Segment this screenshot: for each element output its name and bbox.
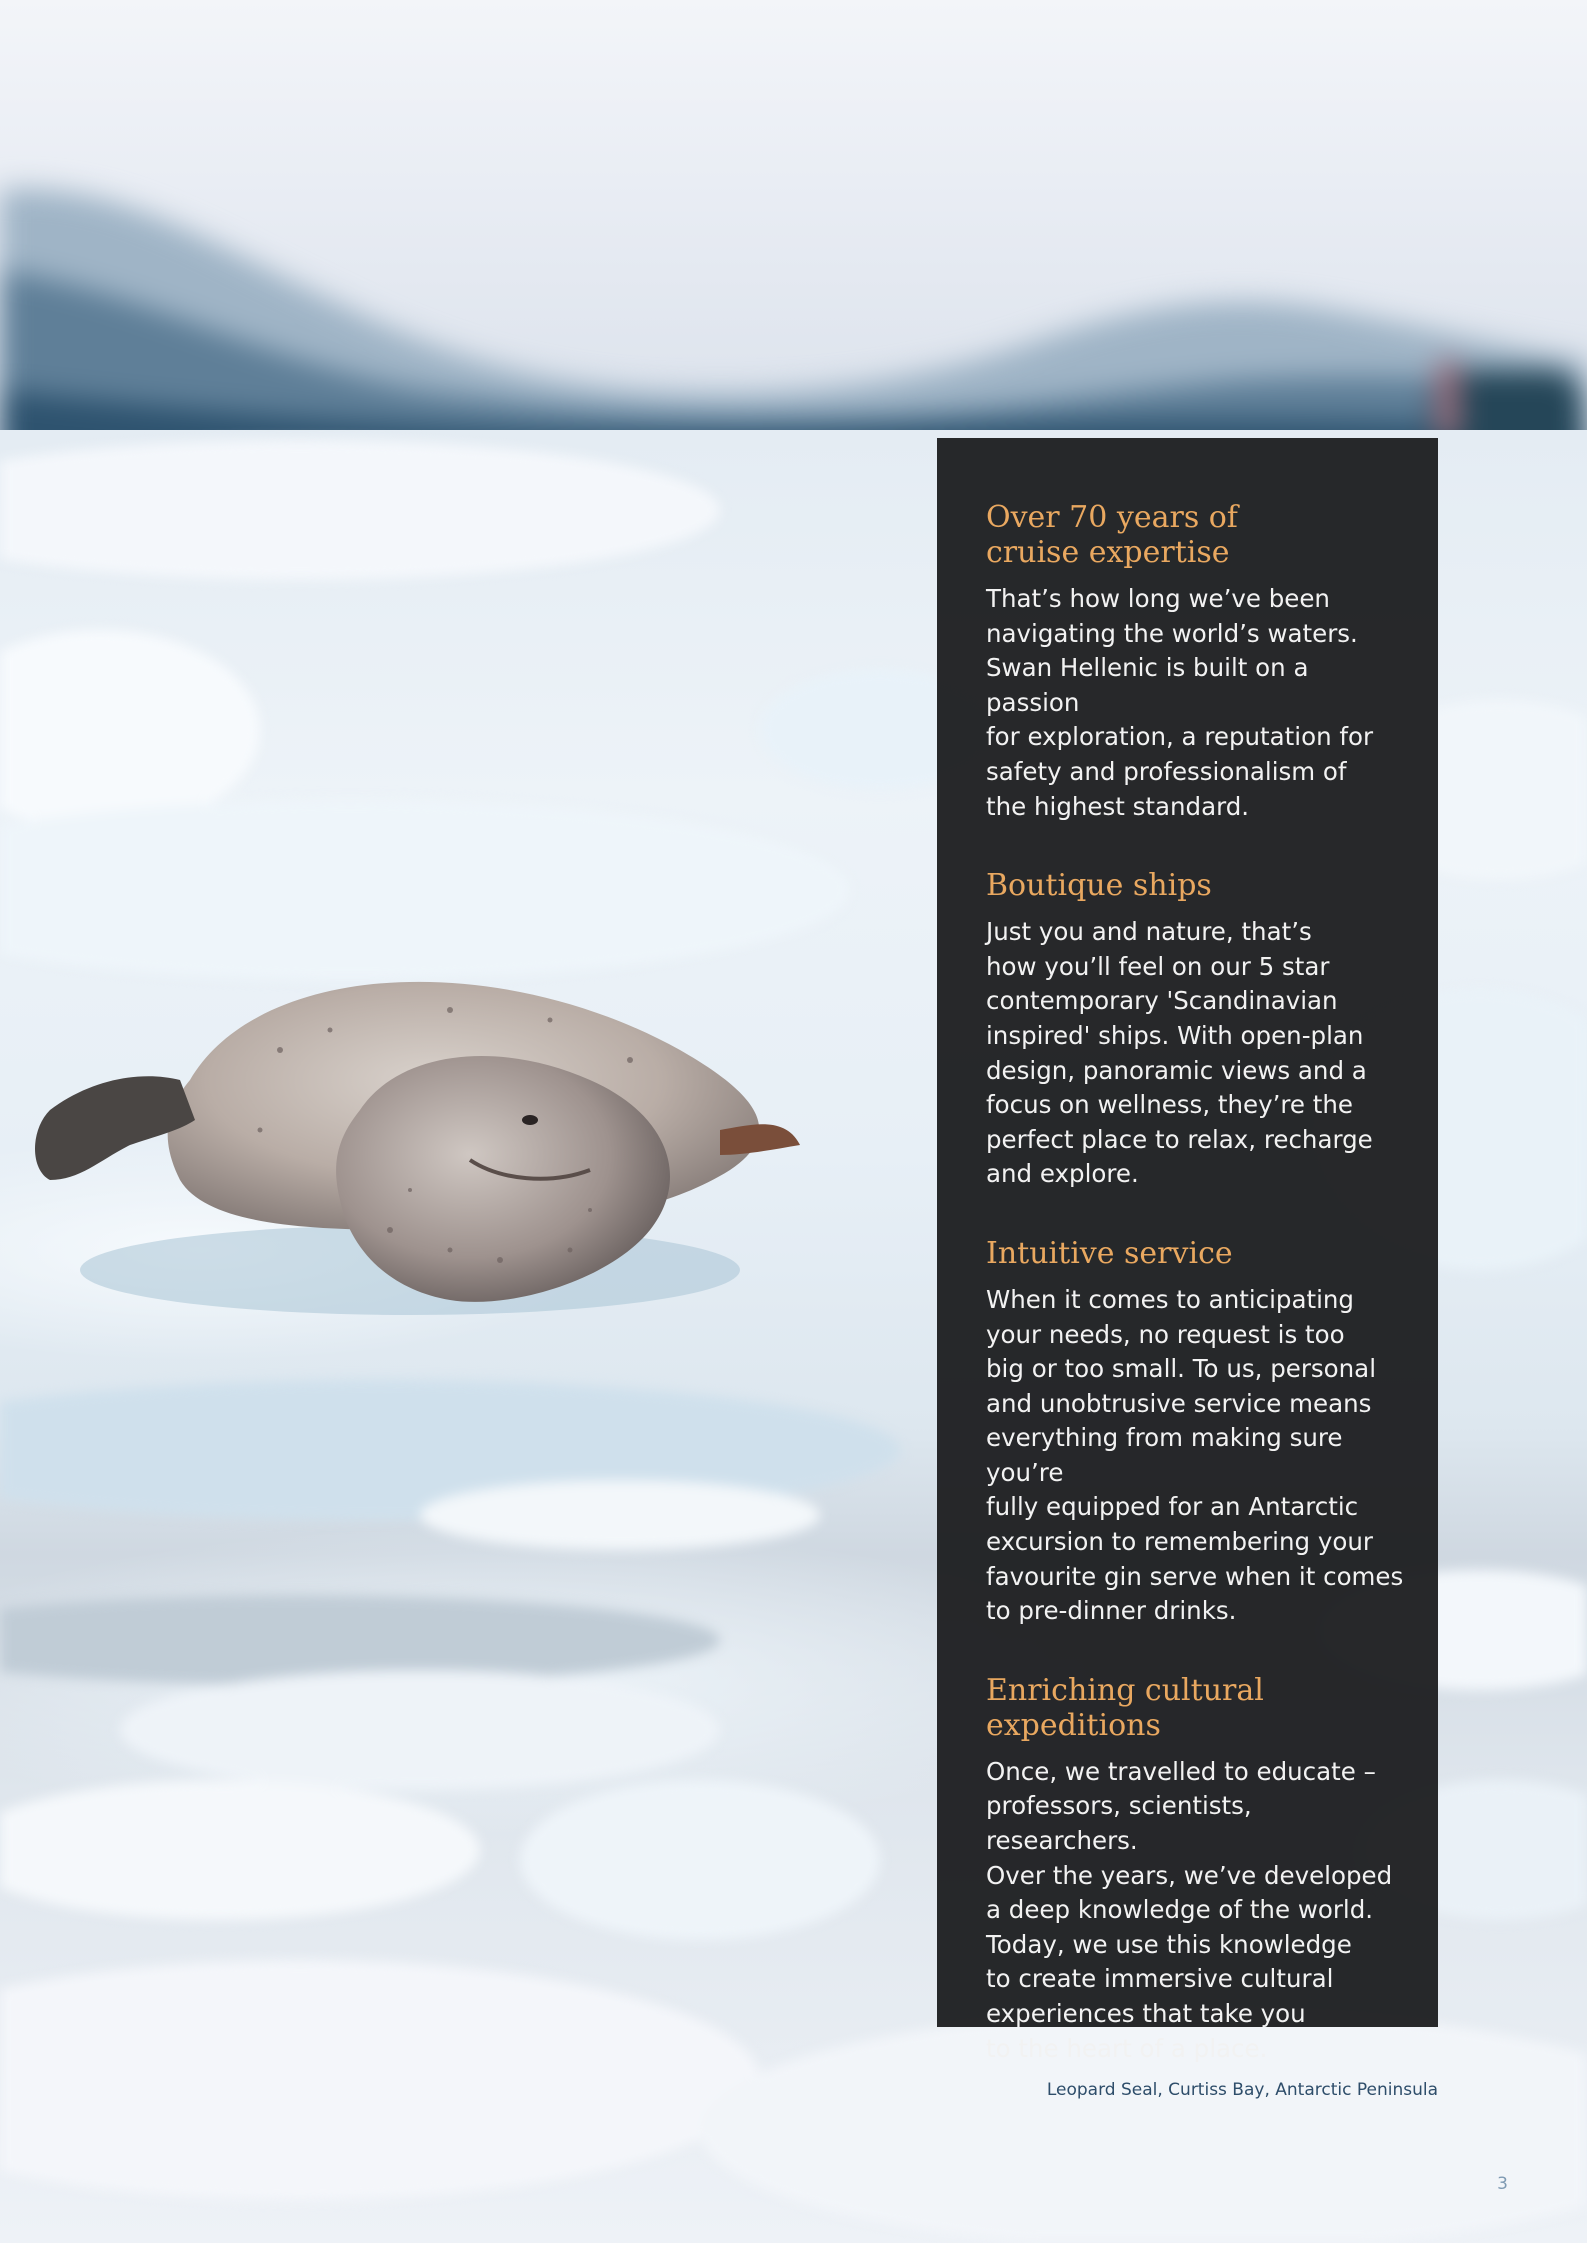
- section-body: When it comes to anticipating your needs…: [986, 1284, 1404, 1626]
- page-number: 3: [1497, 2174, 1508, 2194]
- section-cruise-expertise: Over 70 years of cruise expertise That’s…: [986, 500, 1408, 824]
- section-cultural-expeditions: Enriching cultural expeditions Once, we …: [986, 1673, 1408, 2066]
- section-body: Once, we travelled to educate – professo…: [986, 1756, 1393, 2063]
- info-panel: Over 70 years of cruise expertise That’s…: [937, 438, 1438, 2063]
- leopard-seal: [35, 981, 800, 1315]
- section-intuitive-service: Intuitive service When it comes to antic…: [986, 1236, 1408, 1629]
- section-boutique-ships: Boutique ships Just you and nature, that…: [986, 868, 1408, 1192]
- section-heading: Boutique ships: [986, 868, 1212, 904]
- section-heading: Enriching cultural expeditions: [986, 1672, 1264, 1743]
- section-heading: Intuitive service: [986, 1235, 1233, 1271]
- section-heading: Over 70 years of cruise expertise: [986, 500, 1238, 570]
- photo-caption: Leopard Seal, Curtiss Bay, Antarctic Pen…: [1046, 2080, 1438, 2100]
- section-body: Just you and nature, that’s how you’ll f…: [986, 917, 1373, 1189]
- section-body: That’s how long we’ve been navigating th…: [986, 584, 1374, 821]
